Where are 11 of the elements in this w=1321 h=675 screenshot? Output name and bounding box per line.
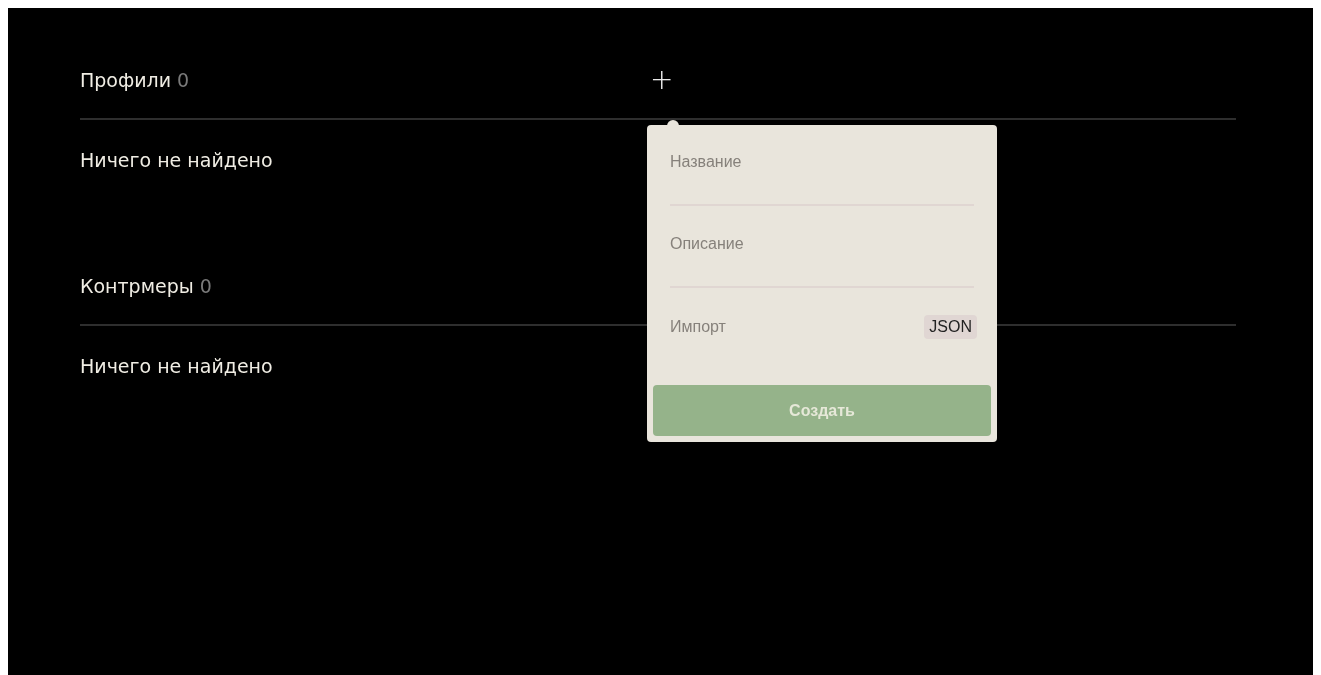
empty-message: Ничего не найдено: [80, 148, 273, 172]
import-label: Импорт: [670, 317, 726, 337]
section-title: Профили: [80, 68, 172, 92]
json-import-button[interactable]: JSON: [924, 315, 977, 339]
input-field[interactable]: Описание: [670, 232, 974, 288]
item-count: 0: [177, 68, 190, 92]
section-title: Контрмеры: [80, 274, 194, 298]
add-button[interactable]: +: [646, 68, 678, 92]
empty-message: Ничего не найдено: [80, 354, 273, 378]
item-count: 0: [199, 274, 212, 298]
input-field[interactable]: Название: [670, 150, 974, 206]
